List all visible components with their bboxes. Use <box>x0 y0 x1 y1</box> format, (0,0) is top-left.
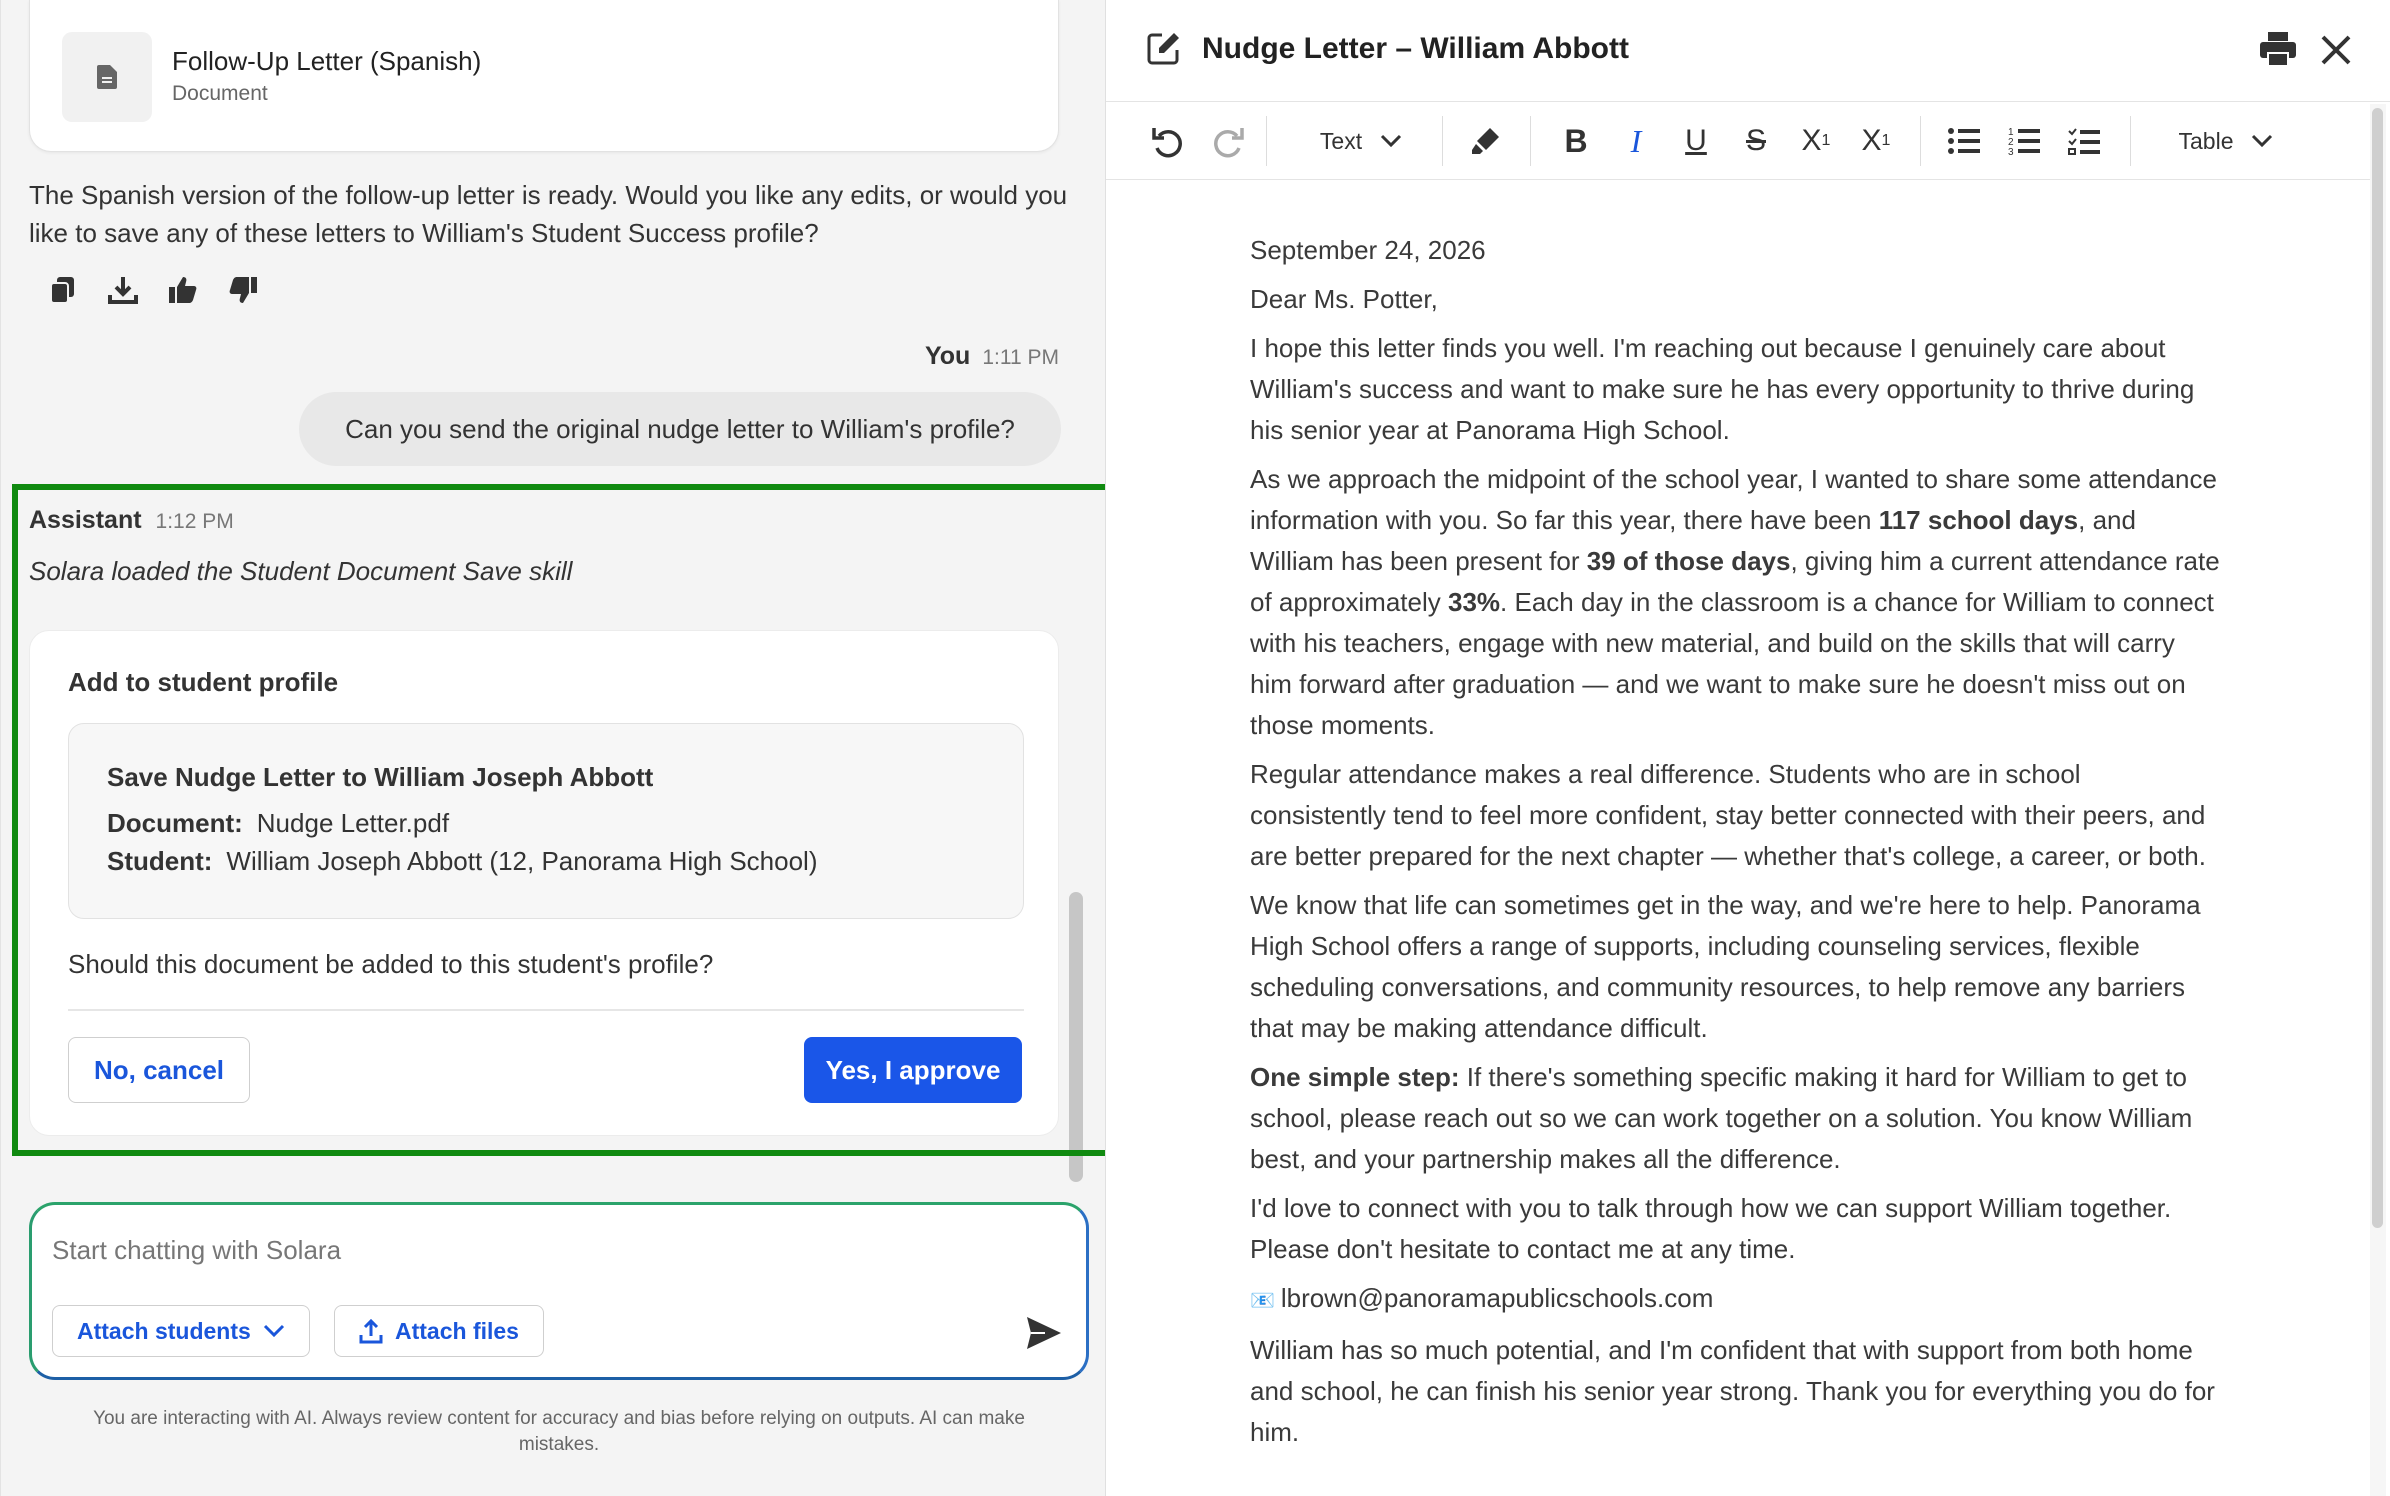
chevron-down-icon <box>263 1324 284 1338</box>
send-icon[interactable] <box>1024 1313 1064 1353</box>
toolbar-divider <box>1920 116 1921 166</box>
email-line: 📧 lbrown@panoramapublicschools.com <box>1250 1278 2220 1322</box>
user-name: You <box>924 342 971 370</box>
attach-students-button[interactable]: Attach students <box>52 1305 310 1357</box>
highlighter-icon[interactable] <box>1466 116 1506 166</box>
copy-icon[interactable] <box>45 272 81 308</box>
close-icon[interactable] <box>2320 34 2352 66</box>
download-icon[interactable] <box>105 272 141 308</box>
bold-icon[interactable]: B <box>1556 116 1596 166</box>
print-icon[interactable] <box>2260 32 2296 66</box>
toolbar-divider <box>1266 116 1267 166</box>
attach-files-button[interactable]: Attach files <box>334 1305 544 1357</box>
letter-date: September 24, 2026 <box>1250 235 1486 265</box>
table-label: Table <box>2178 127 2234 154</box>
user-message-header: You 1:11 PM <box>925 342 1059 371</box>
undo-icon[interactable] <box>1148 116 1188 166</box>
chevron-down-icon <box>1381 134 1402 148</box>
numbered-list-icon[interactable]: 123 <box>2004 116 2044 166</box>
bold-text: 33% <box>1447 587 1501 617</box>
editor-panel: Nudge Letter – William Abbott Text B I U… <box>1105 0 2390 1496</box>
redo-icon[interactable] <box>1208 116 1248 166</box>
letter-paragraph: William has so much potential, and I'm c… <box>1250 1335 2215 1447</box>
ai-disclaimer: You are interacting with AI. Always revi… <box>93 1408 1025 1455</box>
editor-title: Nudge Letter – William Abbott <box>1202 32 1629 65</box>
editor-toolbar: Text B I U S X1 X1 123 Table <box>1106 102 2371 180</box>
underline-icon[interactable]: U <box>1676 116 1716 166</box>
document-icon <box>62 32 152 122</box>
highlight-box <box>12 484 1128 1156</box>
bold-text: One simple step: <box>1250 1062 1460 1092</box>
text-style-label: Text <box>1319 127 1363 154</box>
toolbar-divider <box>2130 116 2131 166</box>
upload-icon <box>359 1318 383 1344</box>
attach-students-label: Attach students <box>77 1317 251 1344</box>
thumbs-up-icon[interactable] <box>165 272 201 308</box>
editor-header: Nudge Letter – William Abbott <box>1106 0 2390 102</box>
superscript-icon[interactable]: X1 <box>1794 116 1838 166</box>
bullet-list-icon[interactable] <box>1944 116 1984 166</box>
edit-icon <box>1147 33 1179 65</box>
letter-paragraph: I hope this letter finds you well. I'm r… <box>1250 333 2195 445</box>
letter-paragraph-step: One simple step: If there's something sp… <box>1250 1057 2220 1180</box>
document-type: Document <box>172 82 268 105</box>
letter-paragraph: We know that life can sometimes get in t… <box>1250 890 2201 1043</box>
thumbs-down-icon[interactable] <box>225 272 261 308</box>
letter-paragraph: I'd love to connect with you to talk thr… <box>1250 1193 2172 1264</box>
chat-input[interactable] <box>52 1235 952 1266</box>
letter-greeting: Dear Ms. Potter, <box>1250 284 1438 314</box>
table-dropdown[interactable]: Table <box>2166 116 2286 166</box>
email-address[interactable]: lbrown@panoramapublicschools.com <box>1281 1283 1714 1313</box>
attach-files-label: Attach files <box>395 1317 519 1344</box>
document-title: Follow-Up Letter (Spanish) <box>172 46 482 76</box>
text-style-dropdown[interactable]: Text <box>1306 116 1416 166</box>
toolbar-divider <box>1442 116 1443 166</box>
message-actions <box>45 272 261 308</box>
toolbar-divider <box>1530 116 1531 166</box>
letter-paragraph: Regular attendance makes a real differen… <box>1250 759 2206 871</box>
email-icon: 📧 <box>1250 1290 1275 1312</box>
chevron-down-icon <box>2252 134 2273 148</box>
checklist-icon[interactable] <box>2064 116 2104 166</box>
bold-text: 39 of those days <box>1586 546 1791 576</box>
letter-content[interactable]: September 24, 2026 Dear Ms. Potter, I ho… <box>1250 230 2220 1461</box>
subscript-icon[interactable]: X1 <box>1854 116 1898 166</box>
user-message-time: 1:11 PM <box>982 346 1059 369</box>
letter-paragraph-attendance: As we approach the midpoint of the schoo… <box>1250 459 2220 746</box>
user-message-bubble: Can you send the original nudge letter t… <box>299 392 1061 466</box>
editor-scrollbar[interactable] <box>2372 108 2383 1228</box>
chat-composer: Attach students Attach files <box>29 1202 1089 1380</box>
assistant-message: The Spanish version of the follow-up let… <box>29 180 1068 248</box>
document-card[interactable]: Follow-Up Letter (Spanish) Document <box>29 0 1059 152</box>
bold-text: 117 school days <box>1878 505 2079 535</box>
italic-icon[interactable]: I <box>1616 116 1656 166</box>
svg-text:3: 3 <box>2008 147 2014 156</box>
strikethrough-icon[interactable]: S <box>1736 116 1776 166</box>
